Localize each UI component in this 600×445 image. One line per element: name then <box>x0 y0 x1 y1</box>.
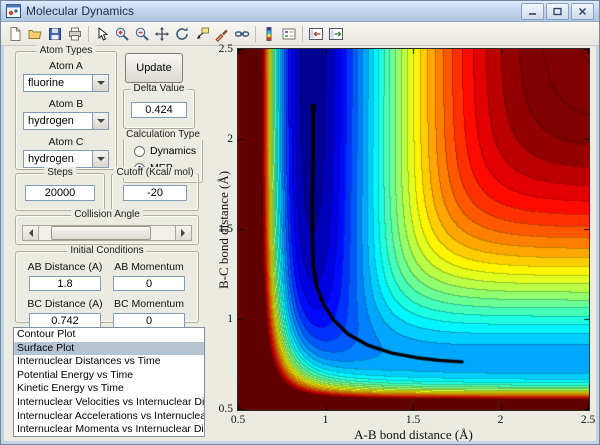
zoom-in-icon[interactable] <box>112 24 132 44</box>
list-item[interactable]: Internuclear Momenta vs Internuclear Dis… <box>14 423 204 436</box>
atom-combo-atom-b[interactable]: hydrogen <box>23 112 109 130</box>
y-tick-label: 1 <box>227 313 233 325</box>
print-figure-icon[interactable] <box>65 24 85 44</box>
figure-toolbar <box>1 22 599 46</box>
toolbar-separator <box>255 25 256 42</box>
panel-title: Cutoff (Kcal/ mol) <box>113 167 197 178</box>
pes-surface-canvas[interactable] <box>237 48 590 411</box>
list-item[interactable]: Surface Plot <box>14 341 204 356</box>
ic-field: AB Momentum 0 <box>110 261 188 298</box>
x-tick-label: 1 <box>322 414 329 426</box>
slider-thumb[interactable] <box>51 226 152 240</box>
x-tick-label: 0.5 <box>230 414 246 426</box>
atom-combo-atom-c[interactable]: hydrogen <box>23 150 109 168</box>
atom-label: Atom A <box>49 60 83 72</box>
titlebar[interactable]: Molecular Dynamics <box>1 1 599 22</box>
x-axis-label: A-B bond distance (Å) <box>354 427 473 442</box>
delta-value-input[interactable]: 0.424 <box>131 102 187 118</box>
combo-value: hydrogen <box>28 153 74 165</box>
edit-plot-icon[interactable] <box>92 24 112 44</box>
brush-data-icon[interactable] <box>212 24 232 44</box>
list-item[interactable]: Potential Energy vs Time <box>14 369 204 383</box>
atom-label: Atom C <box>48 136 84 148</box>
cutoff-input[interactable]: -20 <box>123 185 187 201</box>
y-tick-label: 1.5 <box>218 223 233 235</box>
update-button[interactable]: Update <box>125 53 183 83</box>
panel-title: Steps <box>44 167 76 178</box>
chevron-down-icon[interactable] <box>92 75 108 91</box>
ic-input[interactable]: 0 <box>113 276 185 291</box>
app-window: Molecular Dynamics Atom Types Atom A fluo… <box>0 0 600 445</box>
ic-input[interactable]: 1.8 <box>29 276 101 291</box>
toolbar-separator <box>88 25 89 42</box>
link-plot-icon[interactable] <box>232 24 252 44</box>
collision-angle-slider[interactable] <box>22 225 192 241</box>
chevron-down-icon[interactable] <box>92 151 108 167</box>
y-tick-label: 2.5 <box>218 43 233 55</box>
atom-types-panel: Atom Types Atom A fluorine Atom B hydrogen A… <box>15 45 117 170</box>
app-icon <box>6 4 21 18</box>
panel-title: Collision Angle <box>71 209 143 220</box>
ic-label: BC Momentum <box>113 298 185 310</box>
panel-title: Initial Conditions <box>67 245 147 256</box>
list-item[interactable]: Internuclear Distances vs Time <box>14 355 204 369</box>
ic-label: BC Distance (A) <box>27 298 103 310</box>
maximize-button[interactable] <box>546 2 569 20</box>
atom-label: Atom B <box>48 98 84 110</box>
radio-label: Dynamics <box>150 145 197 157</box>
radio-unselected-icon[interactable] <box>134 145 145 157</box>
initial-conditions-panel: Initial Conditions AB Distance (A) 1.8 AB … <box>15 245 199 328</box>
list-item[interactable]: Internuclear Accelerations vs Internucle… <box>14 410 204 424</box>
insert-legend-icon[interactable] <box>279 24 299 44</box>
ic-label: AB Distance (A) <box>27 261 103 273</box>
ic-input[interactable]: 0 <box>113 313 185 328</box>
slider-right-arrow-icon[interactable] <box>175 226 191 240</box>
x-tick-label: 2.5 <box>580 414 596 426</box>
list-item[interactable]: Kinetic Energy vs Time <box>14 382 204 396</box>
chevron-down-icon[interactable] <box>92 113 108 129</box>
show-plot-tools-icon[interactable] <box>326 24 346 44</box>
new-figure-icon[interactable] <box>5 24 25 44</box>
list-item[interactable]: Internuclear Velocities vs Internuclear … <box>14 396 204 410</box>
panel-title: Delta Value <box>130 83 188 94</box>
delta-value-panel: Delta Value 0.424 <box>123 83 195 129</box>
ic-input[interactable]: 0.742 <box>29 313 101 328</box>
save-figure-icon[interactable] <box>45 24 65 44</box>
collision-angle-panel: Collision Angle <box>15 209 199 245</box>
insert-colorbar-icon[interactable] <box>259 24 279 44</box>
radio-dynamics[interactable]: Dynamics <box>134 145 202 157</box>
slider-track[interactable] <box>39 226 175 240</box>
rotate-3d-icon[interactable] <box>172 24 192 44</box>
ic-label: AB Momentum <box>114 261 184 273</box>
contour-plot: A-B bond distance (Å) B-C bond distance … <box>216 43 595 442</box>
open-file-icon[interactable] <box>25 24 45 44</box>
window-controls <box>521 2 594 20</box>
hide-plot-tools-icon[interactable] <box>306 24 326 44</box>
cutoff-panel: Cutoff (Kcal/ mol) -20 <box>111 167 199 211</box>
minimize-button[interactable] <box>521 2 544 20</box>
list-item[interactable]: Contour Plot <box>14 328 204 342</box>
close-button[interactable] <box>571 2 594 20</box>
window-title: Molecular Dynamics <box>26 4 135 18</box>
toolbar-separator <box>302 25 303 42</box>
combo-value: fluorine <box>28 77 65 89</box>
data-cursor-icon[interactable] <box>192 24 212 44</box>
pan-icon[interactable] <box>152 24 172 44</box>
ic-field: AB Distance (A) 1.8 <box>26 261 104 298</box>
x-tick-label: 1.5 <box>405 414 421 426</box>
steps-input[interactable]: 20000 <box>25 185 95 201</box>
steps-panel: Steps 20000 <box>15 167 105 211</box>
y-tick-label: 0.5 <box>218 403 233 415</box>
plot-type-listbox[interactable]: Contour Plot Surface Plot Internuclear Dis… <box>13 327 205 437</box>
combo-value: hydrogen <box>28 115 74 127</box>
slider-left-arrow-icon[interactable] <box>23 226 39 240</box>
atom-combo-atom-a[interactable]: fluorine <box>23 74 109 92</box>
y-tick-label: 2 <box>227 133 233 145</box>
x-tick-label: 2 <box>497 414 504 426</box>
panel-title: Calculation Type <box>123 129 203 140</box>
zoom-out-icon[interactable] <box>132 24 152 44</box>
panel-title: Atom Types <box>36 45 96 56</box>
